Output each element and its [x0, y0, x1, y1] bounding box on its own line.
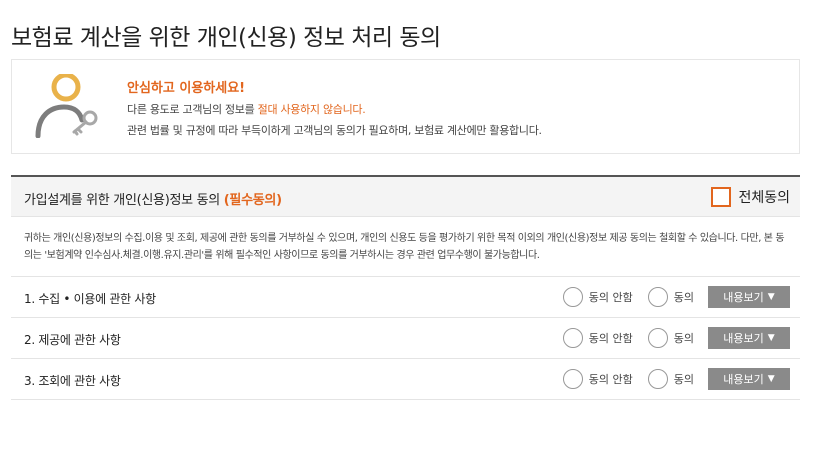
consent-item-title: 1. 수집 • 이용에 관한 사항 — [24, 292, 156, 306]
agree-all-checkbox[interactable]: 전체동의 — [711, 186, 790, 208]
agree-label: 동의 — [673, 291, 694, 304]
view-details-button[interactable]: 내용보기 ▼ — [708, 368, 790, 390]
notice-line-1-text: 다른 용도로 고객님의 정보를 — [127, 103, 258, 116]
disagree-label: 동의 안함 — [588, 291, 633, 304]
chevron-down-icon: ▼ — [767, 374, 775, 384]
required-badge: (필수동의) — [223, 193, 282, 208]
agree-radio[interactable]: 동의 — [647, 287, 694, 307]
radio-circle[interactable] — [647, 369, 668, 389]
agree-all-label: 전체동의 — [738, 190, 790, 206]
view-details-label: 내용보기 — [723, 291, 764, 304]
chevron-down-icon: ▼ — [767, 292, 775, 302]
consent-item-provide: 2. 제공에 관한 사항 동의 안함 동의 내용보기 ▼ — [11, 318, 800, 359]
disagree-label: 동의 안함 — [588, 373, 633, 386]
agree-label: 동의 — [673, 332, 694, 345]
page-title: 보험료 계산을 위한 개인(신용) 정보 처리 동의 — [11, 25, 441, 51]
consent-panel-title: 가입설계를 위한 개인(신용)정보 동의 (필수동의) — [24, 189, 282, 208]
consent-description: 귀하는 개인(신용)정보의 수집.이용 및 조회, 제공에 관한 동의를 거부하… — [11, 217, 800, 277]
consent-item-title: 3. 조회에 관한 사항 — [24, 374, 121, 388]
radio-circle[interactable] — [562, 287, 583, 307]
notice-line-1-highlight: 절대 사용하지 않습니다. — [257, 103, 366, 116]
radio-circle[interactable] — [647, 328, 668, 348]
notice-headline: 안심하고 이용하세요! — [127, 81, 246, 96]
consent-panel: 가입설계를 위한 개인(신용)정보 동의 (필수동의) 전체동의 귀하는 개인(… — [11, 175, 800, 400]
consent-item-title: 2. 제공에 관한 사항 — [24, 333, 121, 347]
consent-item-controls: 동의 안함 동의 내용보기 ▼ — [562, 286, 790, 308]
agree-label: 동의 — [673, 373, 694, 386]
person-key-icon — [35, 74, 98, 138]
agree-all-checkbox-box[interactable] — [711, 187, 732, 207]
disagree-radio[interactable]: 동의 안함 — [562, 287, 633, 307]
privacy-notice-box: 안심하고 이용하세요! 다른 용도로 고객님의 정보를 절대 사용하지 않습니다… — [11, 59, 800, 154]
consent-title-main: 가입설계를 위한 개인(신용)정보 동의 — [24, 193, 224, 208]
consent-panel-header: 가입설계를 위한 개인(신용)정보 동의 (필수동의) 전체동의 — [11, 177, 800, 217]
agree-radio[interactable]: 동의 — [647, 369, 694, 389]
notice-line-2: 관련 법률 및 규정에 따라 부득이하게 고객님의 동의가 필요하며, 보험료 … — [127, 124, 542, 137]
radio-circle[interactable] — [562, 369, 583, 389]
consent-item-controls: 동의 안함 동의 내용보기 ▼ — [562, 327, 790, 349]
consent-item-controls: 동의 안함 동의 내용보기 ▼ — [562, 368, 790, 390]
chevron-down-icon: ▼ — [767, 333, 775, 343]
view-details-label: 내용보기 — [723, 373, 764, 386]
disagree-radio[interactable]: 동의 안함 — [562, 369, 633, 389]
view-details-button[interactable]: 내용보기 ▼ — [708, 286, 790, 308]
radio-circle[interactable] — [562, 328, 583, 348]
view-details-button[interactable]: 내용보기 ▼ — [708, 327, 790, 349]
disagree-radio[interactable]: 동의 안함 — [562, 328, 633, 348]
notice-line-1: 다른 용도로 고객님의 정보를 절대 사용하지 않습니다. — [127, 101, 542, 117]
agree-radio[interactable]: 동의 — [647, 328, 694, 348]
consent-item-inquiry: 3. 조회에 관한 사항 동의 안함 동의 내용보기 ▼ — [11, 359, 800, 400]
view-details-label: 내용보기 — [723, 332, 764, 345]
consent-item-collect: 1. 수집 • 이용에 관한 사항 동의 안함 동의 내용보기 ▼ — [11, 277, 800, 318]
disagree-label: 동의 안함 — [588, 332, 633, 345]
radio-circle[interactable] — [647, 287, 668, 307]
